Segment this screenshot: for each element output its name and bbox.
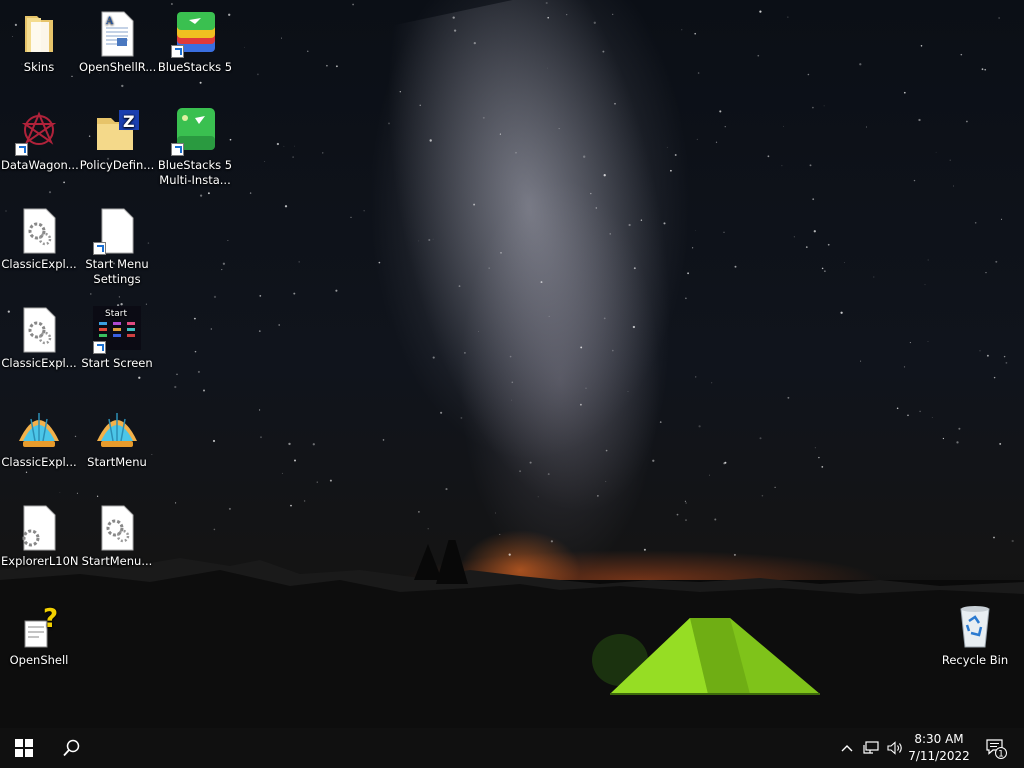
help-document-icon: ?: [15, 603, 63, 651]
blank-file-icon: [93, 207, 141, 255]
bluestacks-multi-instance-icon: [171, 108, 219, 156]
shell-icon: [93, 405, 141, 453]
svg-text:Z: Z: [123, 112, 135, 131]
desktop-icon-startmenu[interactable]: StartMenu: [78, 405, 156, 470]
notification-icon: 1: [986, 739, 1007, 760]
desktop-icon-label: BlueStacks 5: [157, 60, 233, 74]
desktop-icon-label: ClassicExpl...: [1, 356, 77, 370]
desktop-icon-label: BlueStacks 5 Multi-Insta...: [157, 158, 233, 187]
windows-start-icon: [15, 739, 33, 757]
volume-icon: [886, 741, 902, 755]
desktop-icon-label: ExplorerL10N: [1, 554, 79, 568]
datawagon-icon: [15, 108, 63, 156]
desktop-icon-start-menu-settings[interactable]: Start Menu Settings: [78, 207, 156, 287]
shortcut-arrow-icon: [171, 143, 184, 156]
notification-count: 1: [998, 750, 1004, 760]
desktop-icon-label: Skins: [23, 60, 55, 74]
desktop-icon-label: OpenShellR...: [79, 60, 157, 74]
desktop-icon-label: PolicyDefin...: [79, 158, 155, 172]
desktop-icon-openshell[interactable]: ? OpenShell: [0, 603, 78, 668]
clock-date: 7/11/2022: [908, 749, 970, 763]
tent-illustration: [592, 618, 820, 695]
network-button[interactable]: [860, 728, 882, 768]
shortcut-arrow-icon: [93, 242, 106, 255]
desktop-icon-recycle-bin[interactable]: Recycle Bin: [936, 603, 1014, 668]
desktop-icon-label: ClassicExpl...: [1, 455, 77, 469]
desktop-icon-bluestacks[interactable]: BlueStacks 5: [156, 10, 234, 75]
svg-text:A: A: [105, 16, 114, 27]
desktop-icon-label: OpenShell: [9, 653, 69, 667]
taskbar: 8:30 AM 7/11/2022 1: [0, 728, 1024, 768]
desktop-icon-label: ClassicExpl...: [1, 257, 77, 271]
start-button[interactable]: [0, 728, 48, 768]
recycle-bin-icon: [951, 603, 999, 651]
folder-icon: [15, 10, 63, 58]
settings-file-icon: [15, 306, 63, 354]
desktop-icon-label: StartMenu...: [81, 554, 153, 568]
shortcut-arrow-icon: [15, 143, 28, 156]
search-icon: [63, 739, 80, 757]
shortcut-arrow-icon: [171, 45, 184, 58]
settings-file-icon: [15, 504, 63, 552]
search-button[interactable]: [48, 728, 96, 768]
desktop-icon-label: Recycle Bin: [941, 653, 1009, 667]
policy-folder-icon: Z: [93, 108, 141, 156]
starfield: [1, 1, 1014, 556]
show-hidden-icons-button[interactable]: [836, 728, 858, 768]
desktop-icon-label: StartMenu: [87, 455, 147, 469]
settings-file-icon: [15, 207, 63, 255]
action-center-button[interactable]: 1: [976, 728, 1016, 768]
settings-file-icon: [93, 504, 141, 552]
desktop-icon-start-screen[interactable]: Start Start Screen: [78, 306, 156, 371]
shell-icon: [15, 405, 63, 453]
start-screen-icon-text: Start: [105, 309, 127, 319]
desktop-icon-policydefin[interactable]: Z PolicyDefin...: [78, 108, 156, 173]
desktop-icon-classicexpl-2[interactable]: ClassicExpl...: [0, 306, 78, 371]
desktop-icon-classicexpl-1[interactable]: ClassicExpl...: [0, 207, 78, 272]
desktop-icon-label: DataWagon...: [1, 158, 79, 172]
desktop-icon-classicexpl-3[interactable]: ClassicExpl...: [0, 405, 78, 470]
desktop[interactable]: Skins DataWagon... ClassicExpl... Classi…: [0, 0, 1024, 728]
desktop-icon-openshellr[interactable]: A OpenShellR...: [78, 10, 156, 75]
desktop-icon-label: Start Menu Settings: [85, 257, 149, 286]
volume-button[interactable]: [884, 728, 906, 768]
chevron-up-icon: [841, 745, 853, 752]
desktop-icon-label: Start Screen: [81, 356, 153, 370]
shortcut-arrow-icon: [93, 341, 106, 354]
desktop-icon-startmenu-file[interactable]: StartMenu...: [78, 504, 156, 569]
desktop-icon-skins[interactable]: Skins: [0, 10, 78, 75]
document-icon: A: [93, 10, 141, 58]
desktop-icon-datawagon[interactable]: DataWagon...: [0, 108, 79, 173]
svg-text:?: ?: [43, 604, 58, 634]
start-screen-icon: Start: [93, 306, 141, 354]
bluestacks-icon: [171, 10, 219, 58]
desktop-icon-bluestacks-multi[interactable]: BlueStacks 5 Multi-Insta...: [156, 108, 234, 188]
clock-time: 8:30 AM: [914, 732, 964, 746]
network-icon: [863, 741, 879, 754]
taskbar-clock[interactable]: 8:30 AM 7/11/2022: [906, 731, 972, 765]
desktop-icon-explorerl10n[interactable]: ExplorerL10N: [0, 504, 79, 569]
